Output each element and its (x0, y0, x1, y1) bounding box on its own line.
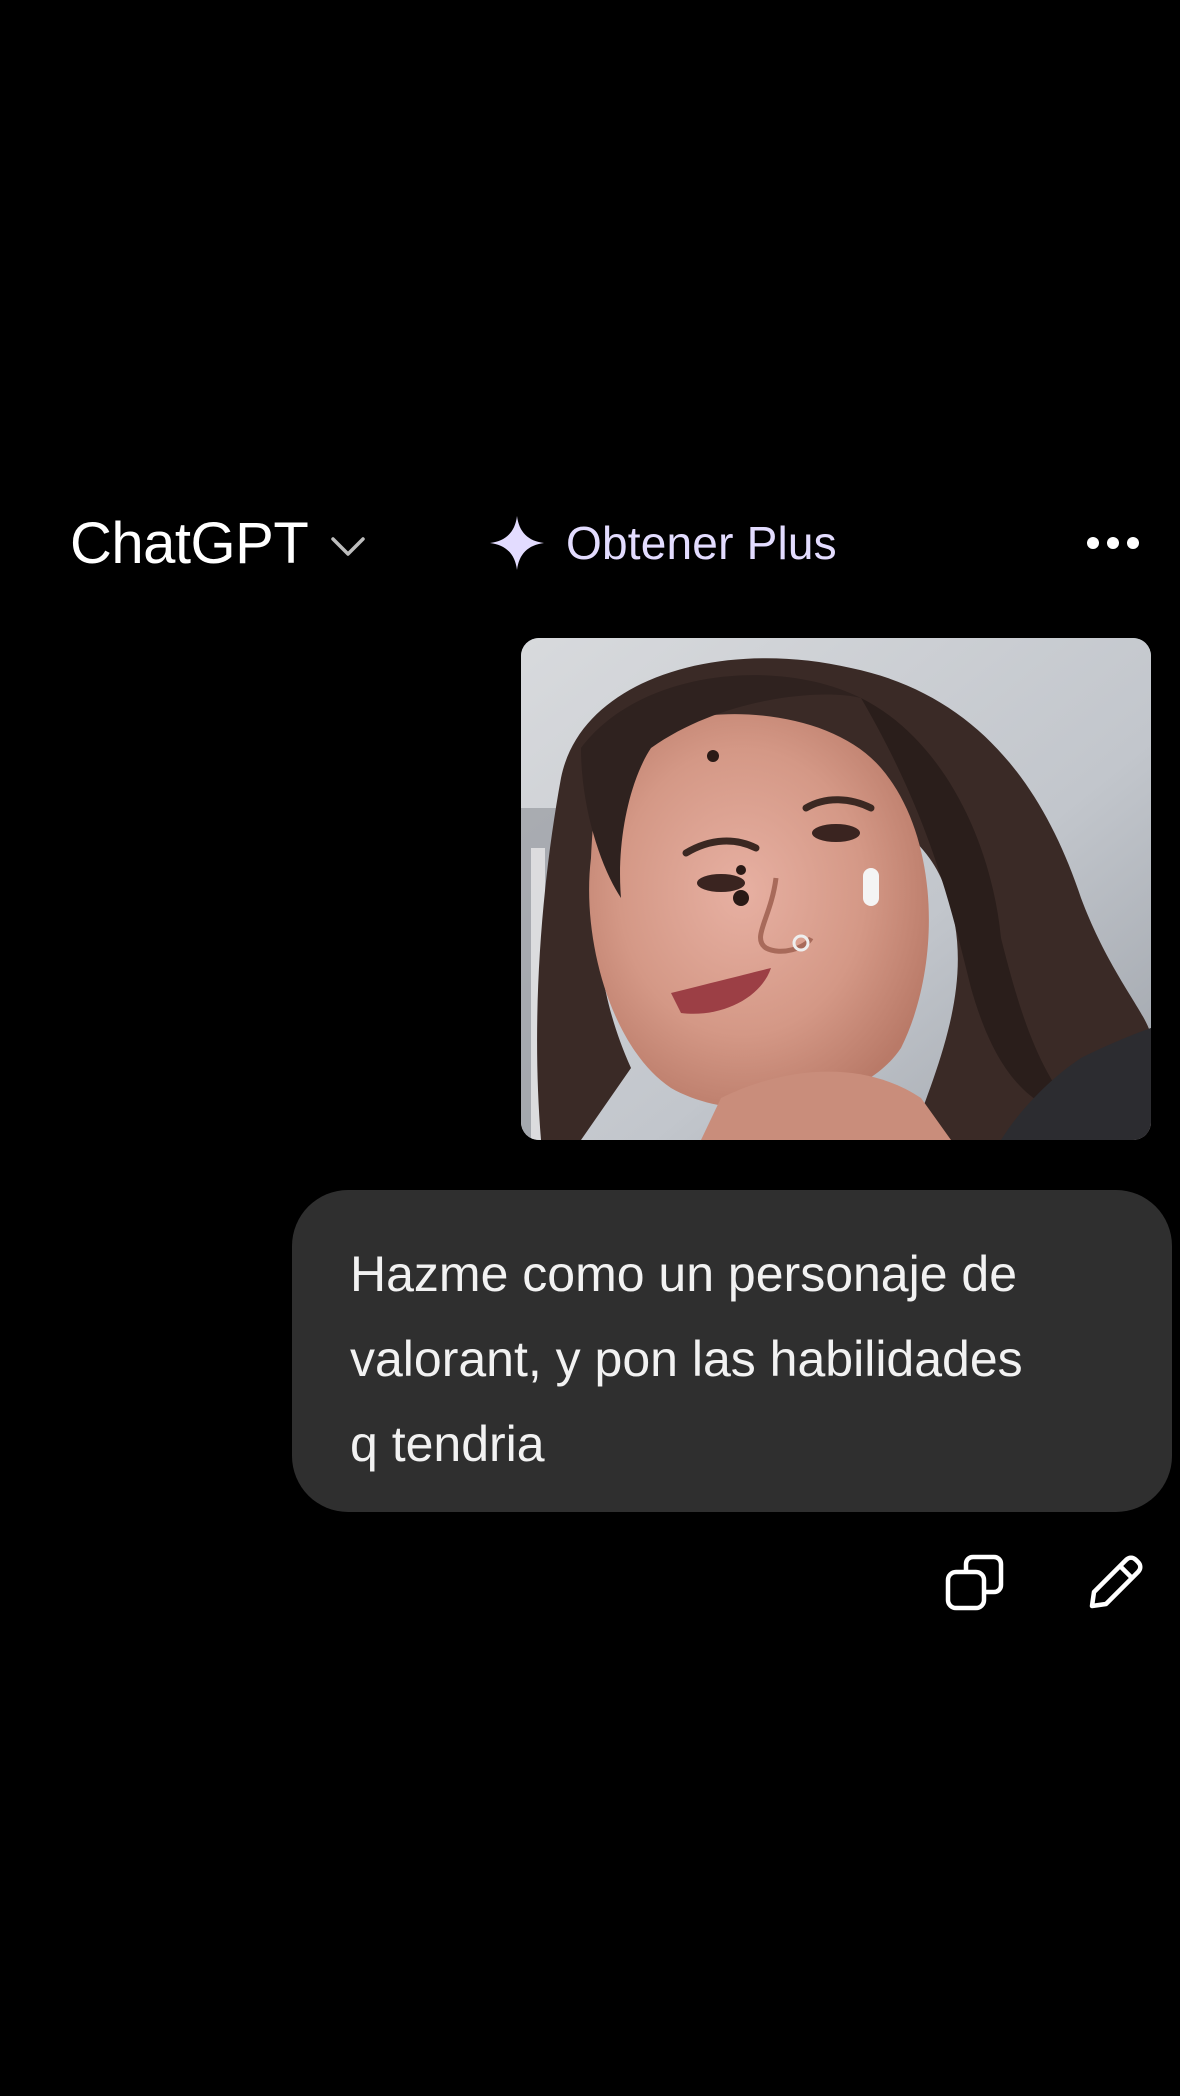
chevron-down-icon (331, 537, 365, 556)
model-switcher[interactable]: ChatGPT (70, 500, 366, 586)
more-options-button[interactable] (1078, 500, 1148, 586)
copy-icon (945, 1554, 1004, 1611)
user-message-bubble[interactable]: Hazme como un personaje de valorant, y p… (292, 1190, 1172, 1512)
selfie-photo (521, 638, 1151, 1140)
get-plus-label: Obtener Plus (566, 517, 837, 569)
edit-button[interactable] (1080, 1548, 1150, 1618)
sparkle-icon (490, 516, 544, 570)
top-bar: ChatGPT Obtener Plus (0, 500, 1180, 586)
more-horizontal-icon (1087, 537, 1139, 549)
get-plus-button[interactable]: Obtener Plus (488, 500, 837, 586)
pencil-icon (1089, 1555, 1143, 1609)
copy-button[interactable] (940, 1548, 1010, 1618)
uploaded-image[interactable] (521, 638, 1151, 1140)
model-name: ChatGPT (70, 510, 309, 576)
user-message-text: Hazme como un personaje de valorant, y p… (350, 1246, 1023, 1472)
